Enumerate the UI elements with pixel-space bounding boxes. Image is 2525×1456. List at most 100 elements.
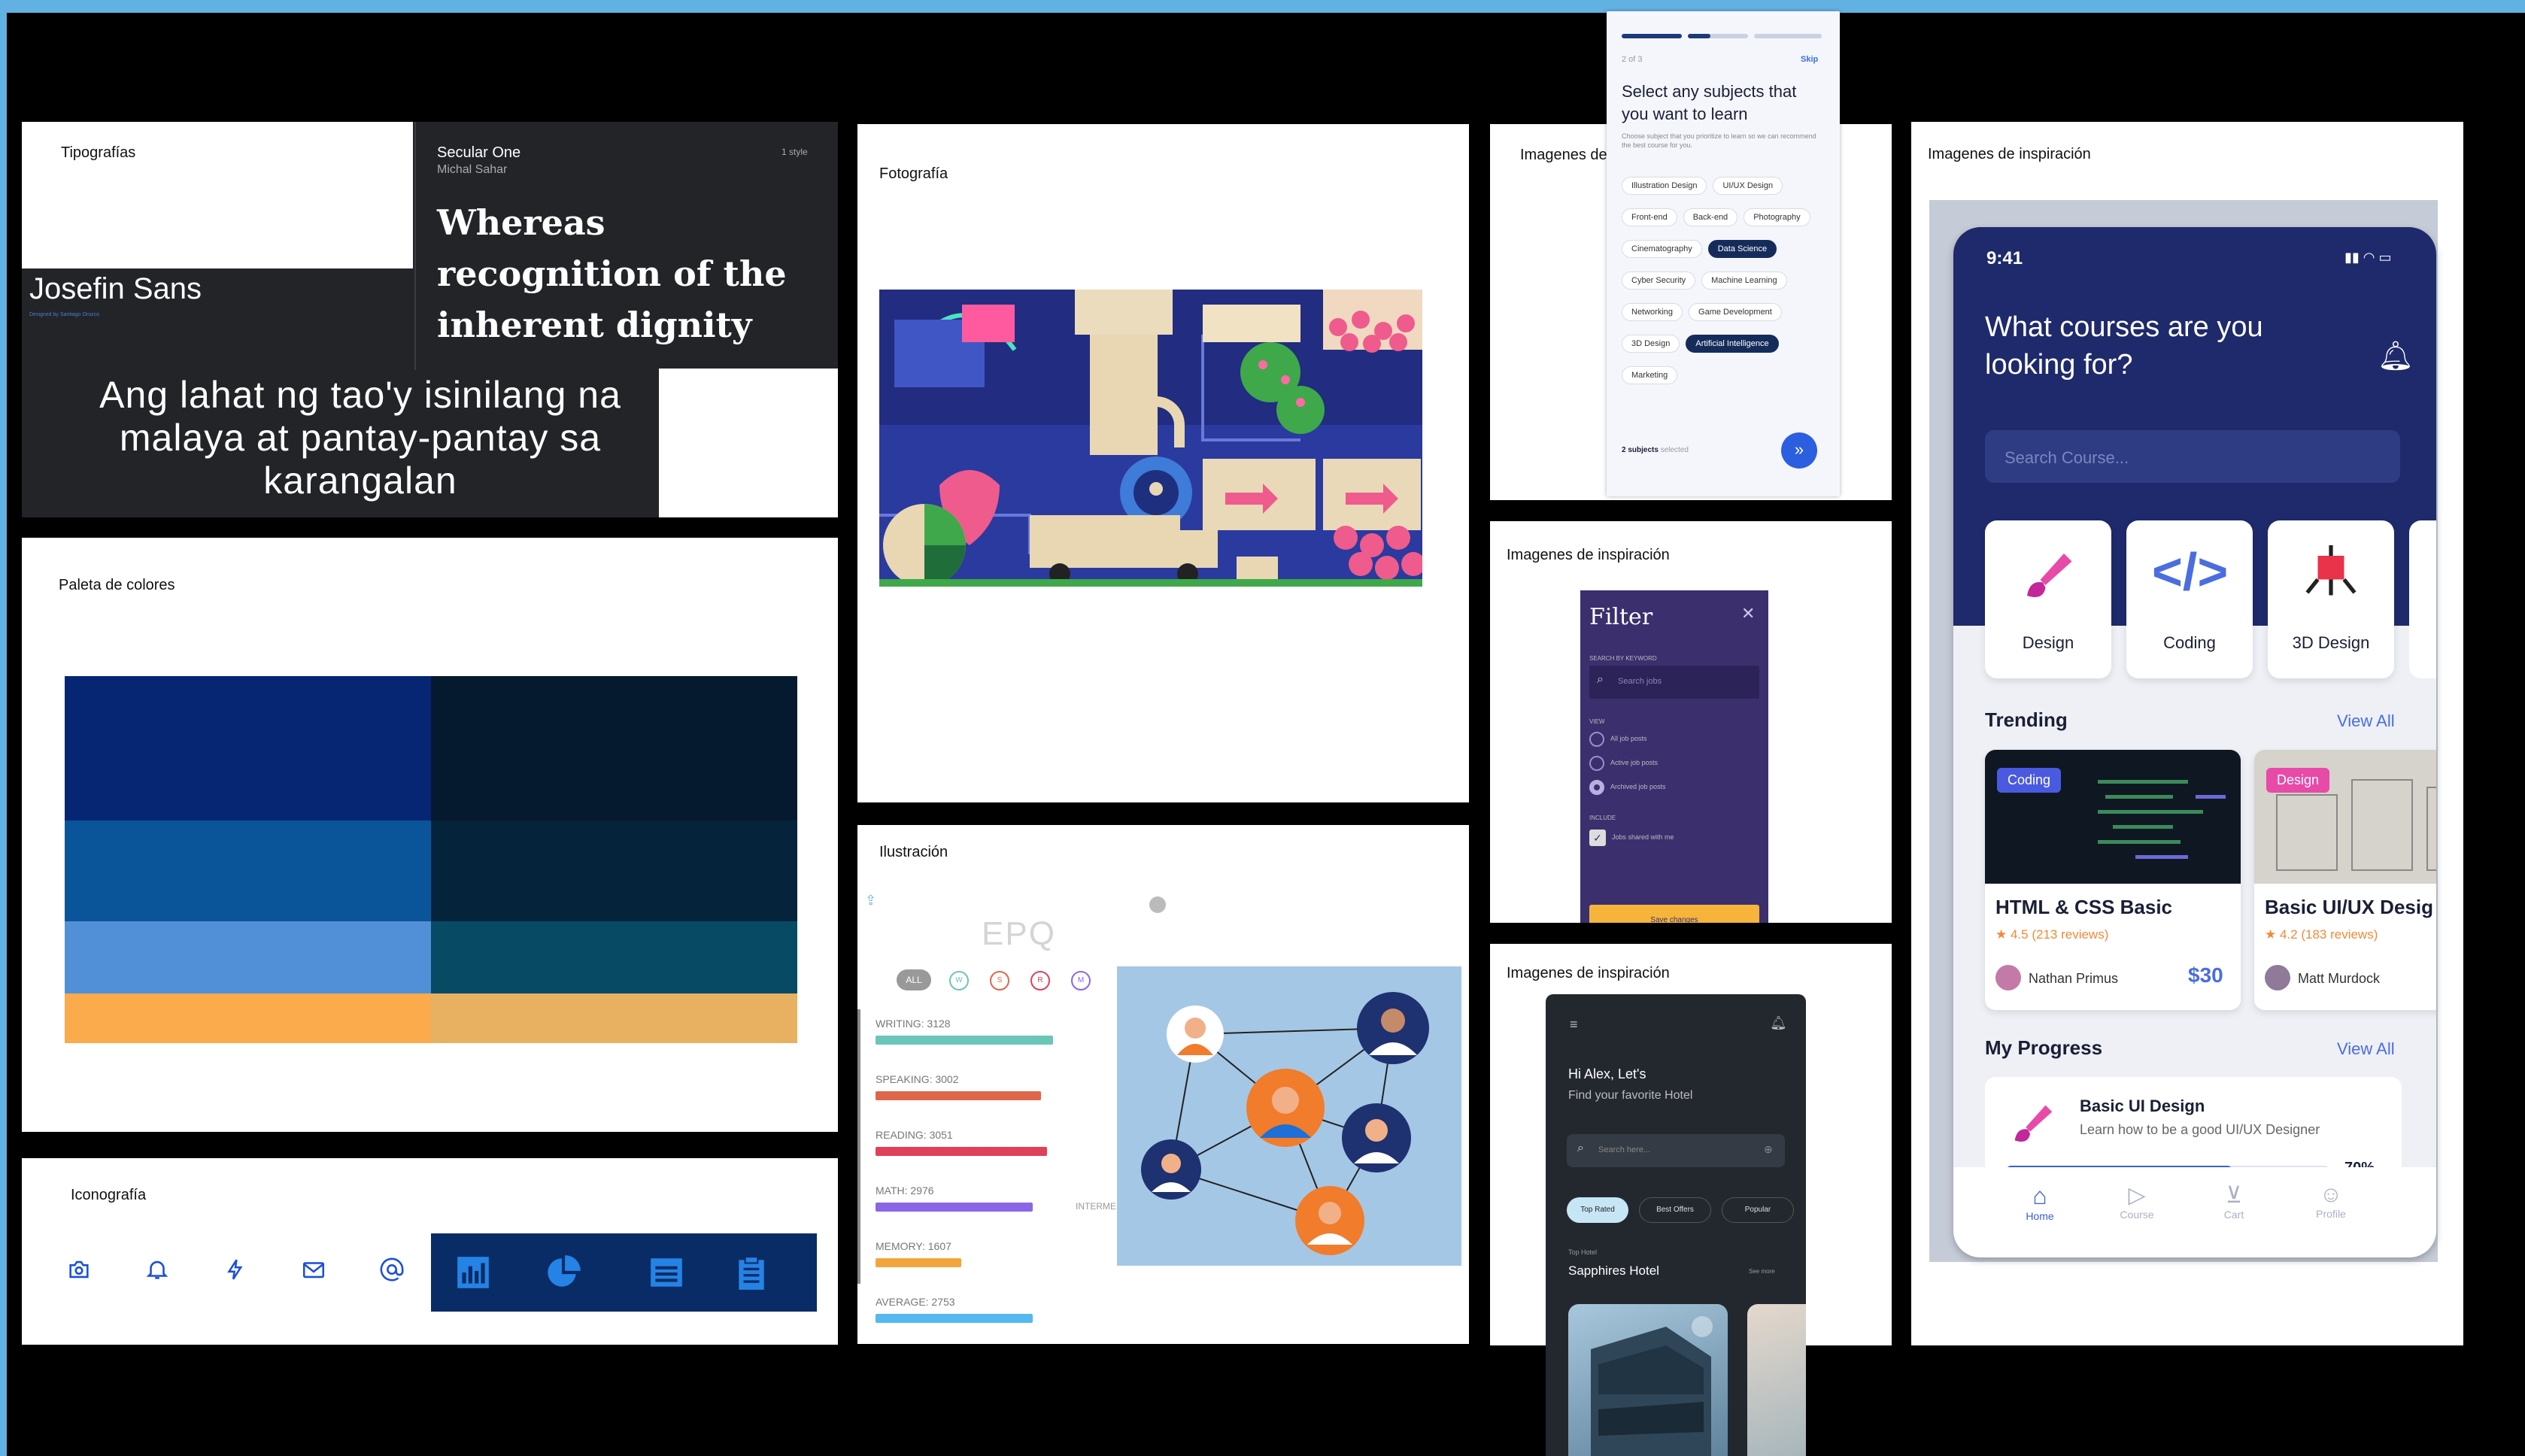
close-icon[interactable]: ✕ [1741,604,1755,623]
subjects-title: Select any subjects that you want to lea… [1622,82,1797,123]
subject-chip[interactable]: Data Science [1707,240,1777,258]
subject-chip[interactable]: 3D Design [1622,335,1680,353]
stat-bar [876,1036,1053,1045]
tab-popular[interactable]: Popular [1722,1197,1794,1223]
nav-label: Cart [2223,1209,2244,1221]
subgreeting: Find your favorite Hotel [1568,1089,1693,1102]
subject-chip[interactable]: Networking [1622,303,1683,321]
bottom-nav: ⌂ Home ▷ Course ⊻ Cart ☺ Profile [1953,1167,2436,1257]
theme-toggle-icon[interactable] [1149,896,1166,913]
bar-chart-icon [451,1250,496,1295]
skip-button[interactable]: Skip [1801,55,1818,64]
search-label: SEARCH BY KEYWORD [1589,655,1657,662]
pie-chart-icon [541,1250,586,1295]
at-icon [371,1248,413,1291]
stat-label: MATH: 2976 [876,1185,934,1197]
progress-course: Basic UI Design [2080,1097,2205,1115]
bell-icon [136,1248,178,1291]
font2-styles: 1 style [781,147,808,157]
home-icon: ⌂ [2032,1182,2047,1209]
scrollbar[interactable] [857,1009,860,1284]
typography-white-block [659,369,838,517]
course-card-2[interactable]: Design Basic UI/UX Desig ★ 4.2 (183 revi… [2254,750,2436,1010]
category-coding[interactable]: </> Coding [2126,520,2253,678]
radio-all[interactable] [1589,732,1604,747]
tab-best-offers[interactable]: Best Offers [1639,1197,1711,1223]
hotel-screen: ≡ 🔔︎ Hi Alex, Let's Find your favorite H… [1546,994,1806,1456]
illustration-card: Ilustración ⇪ EPQ ALL W S R M WRITING: 3… [857,825,1469,1344]
filter-m[interactable]: M [1071,971,1091,990]
nav-home[interactable]: ⌂ Home [2010,1182,2070,1222]
color-swatch-teal [431,921,797,993]
course-card-1[interactable]: Coding HTML & CSS Basic ★ 4.5 (213 revie… [1985,750,2241,1010]
section-label: Top Hotel [1568,1248,1598,1256]
save-changes-button[interactable]: Save changes [1589,905,1759,923]
filter-all[interactable]: ALL [897,969,931,990]
bell-icon[interactable]: 🔔︎ [1770,1015,1787,1031]
filter-r[interactable]: R [1030,971,1050,990]
subject-chip[interactable]: Cinematography [1622,240,1702,258]
radio-archived[interactable] [1589,780,1604,795]
course-search-input[interactable]: Search Course... [1985,430,2400,483]
stat-label: MEMORY: 1607 [876,1240,951,1252]
hotel-photo-2[interactable] [1747,1304,1806,1456]
filter-w[interactable]: W [949,971,969,990]
step-indicator: 2 of 3 [1622,55,1643,64]
radio-active[interactable] [1589,756,1604,771]
photography-label: Fotografía [879,165,948,182]
notification-bell-icon[interactable]: 🔔︎ [2378,340,2414,373]
stat-bar [876,1314,1033,1323]
stat-bar [876,1258,961,1267]
menu-icon[interactable]: ≡ [1570,1017,1578,1033]
color-swatch-sand [431,993,797,1043]
category-label: Design [2022,633,2074,652]
subject-chip[interactable]: Game Development [1689,303,1782,321]
subject-chip[interactable]: UI/UX Design [1713,177,1783,195]
clipboard-icon [729,1250,774,1295]
category-3d-design[interactable]: 3D Design [2268,520,2394,678]
color-swatch-deep-teal [431,821,797,921]
course-rating-text: 4.2 (183 reviews) [2279,927,2378,942]
profile-icon: ☺ [2319,1182,2343,1207]
color-swatch-blue [65,821,431,921]
share-icon[interactable]: ⇪ [865,893,876,908]
course-price: $30 [2188,963,2223,987]
hotel-search-input[interactable]: ⌕ Search here... ⊕ [1567,1134,1785,1167]
font1-sample: Ang lahat ng tao'y isinilang na malaya a… [99,374,621,502]
nav-label: Profile [2316,1208,2346,1220]
subject-chip[interactable]: Photography [1744,208,1810,226]
window-top-border [0,0,2525,13]
subjects-subtitle: Choose subject that you prioritize to le… [1622,132,1816,149]
inspiration-label: Imagenes de inspiración [1928,146,2091,162]
subject-chip[interactable]: Illustration Design [1622,177,1707,195]
hotel-photo[interactable] [1568,1304,1728,1456]
category-more[interactable] [2409,520,2436,678]
nav-cart[interactable]: ⊻ Cart [2204,1182,2264,1221]
subject-chip[interactable]: Front-end [1622,208,1677,226]
progress-view-all[interactable]: View All [2337,1039,2395,1059]
filter-title: Filter [1589,604,1653,630]
checkbox-shared[interactable]: ✓ [1589,830,1606,846]
subject-chip[interactable]: Artificial Intelligence [1686,335,1779,353]
see-more-link[interactable]: See more [1749,1268,1775,1275]
subject-chip[interactable]: Back-end [1683,208,1738,226]
subject-chip[interactable]: Marketing [1622,366,1678,384]
inspiration-card-2: Imagenes de inspiración Filter ✕ SEARCH … [1490,521,1892,923]
progress-step-1 [1622,34,1682,38]
nav-profile[interactable]: ☺ Profile [2301,1182,2361,1220]
category-label: Coding [2163,633,2216,652]
filter-icon[interactable]: ⊕ [1764,1143,1773,1156]
tab-top-rated[interactable]: Top Rated [1567,1197,1628,1223]
search-input[interactable]: ⌕ Search jobs [1589,666,1759,699]
font2-sample: Whereas recognition of the inherent dign… [437,202,787,345]
filter-s[interactable]: S [990,971,1009,990]
photography-illustration [879,290,1422,587]
subject-chip[interactable]: Cyber Security [1622,271,1696,290]
stat-bar [876,1147,1047,1156]
category-design[interactable]: Design [1985,520,2111,678]
nav-course[interactable]: ▷ Course [2107,1182,2167,1221]
trending-view-all[interactable]: View All [2337,711,2395,731]
stat-label: AVERAGE: 2753 [876,1296,955,1308]
subject-chip[interactable]: Machine Learning [1701,271,1787,290]
next-button[interactable]: » [1781,432,1817,469]
